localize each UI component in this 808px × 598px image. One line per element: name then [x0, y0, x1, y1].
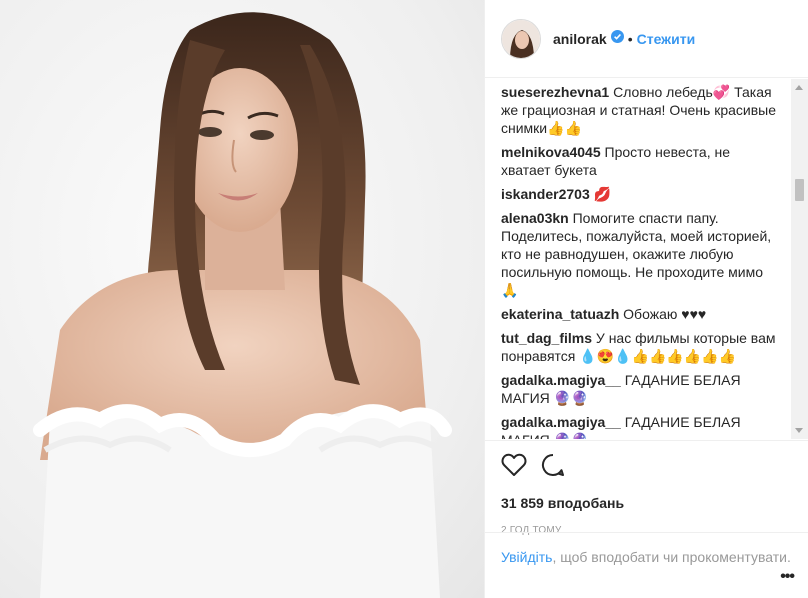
instagram-post: anilorak • Стежити sueserezhevna1 Словно…	[0, 0, 808, 598]
scroll-down-arrow-icon[interactable]	[795, 428, 803, 433]
comment-username[interactable]: tut_dag_films	[501, 330, 592, 346]
comment-username[interactable]: alena03kn	[501, 210, 569, 226]
comment-icon[interactable]	[541, 453, 565, 482]
comment-item: gadalka.magiya__ ГАДАНИЕ БЕЛАЯ МАГИЯ 🔮🔮	[501, 413, 787, 439]
portrait-illustration	[33, 12, 452, 598]
comment-username[interactable]: sueserezhevna1	[501, 84, 609, 100]
comment-item: iskander2703 💋	[501, 185, 787, 203]
login-prompt-text: , щоб вподобати чи прокоментувати.	[552, 549, 791, 565]
comments-scrollbar[interactable]	[791, 79, 808, 439]
comment-username[interactable]: melnikova4045	[501, 144, 601, 160]
avatar[interactable]	[501, 18, 541, 59]
action-icons	[501, 453, 793, 481]
comment-username[interactable]: iskander2703	[501, 186, 590, 202]
comments-list[interactable]: sueserezhevna1 Словно лебедь💞 Такая же г…	[485, 79, 795, 439]
heart-icon[interactable]	[501, 453, 527, 482]
login-prompt: Увійдіть, щоб вподобати чи прокоментуват…	[485, 532, 808, 567]
post-photo[interactable]	[0, 0, 484, 598]
post-header: anilorak • Стежити	[485, 0, 808, 78]
comment-username[interactable]: gadalka.magiya__	[501, 414, 621, 430]
comment-username[interactable]: ekaterina_tatuazh	[501, 306, 619, 322]
comment-username[interactable]: gadalka.magiya__	[501, 372, 621, 388]
comment-item: melnikova4045 Просто невеста, не хватает…	[501, 143, 787, 179]
follow-button[interactable]: Стежити	[637, 31, 696, 47]
more-options-icon[interactable]: •••	[780, 568, 795, 586]
likes-count[interactable]: 31 859 вподобань	[501, 495, 793, 511]
comment-item: alena03kn Помогите спасти папу. Поделите…	[501, 209, 787, 299]
scrollbar-thumb[interactable]	[795, 179, 804, 201]
post-actions: 31 859 вподобань 2 год тому	[485, 440, 808, 536]
verified-badge-icon	[610, 29, 624, 48]
comment-text: 💋	[593, 186, 612, 202]
comment-item: ekaterina_tatuazh Обожаю ♥♥♥	[501, 305, 787, 323]
comment-item: tut_dag_films У нас фильмы которые вам п…	[501, 329, 787, 365]
separator-dot: •	[627, 30, 633, 47]
comment-item: sueserezhevna1 Словно лебедь💞 Такая же г…	[501, 83, 787, 137]
username[interactable]: anilorak	[553, 31, 607, 47]
post-sidebar: anilorak • Стежити sueserezhevna1 Словно…	[484, 0, 808, 598]
scroll-up-arrow-icon[interactable]	[795, 85, 803, 90]
comment-text: Обожаю ♥♥♥	[623, 306, 707, 322]
comment-item: gadalka.magiya__ ГАДАНИЕ БЕЛАЯ МАГИЯ 🔮🔮	[501, 371, 787, 407]
login-link[interactable]: Увійдіть	[501, 549, 552, 565]
